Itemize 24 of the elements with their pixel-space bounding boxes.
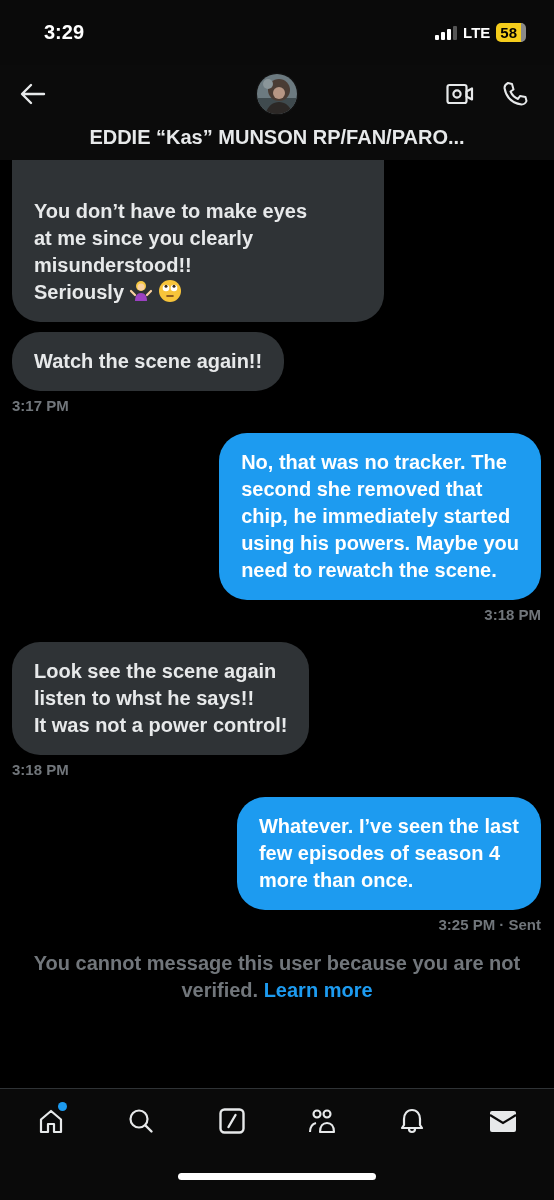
video-call-icon[interactable] <box>446 82 474 106</box>
back-arrow-icon[interactable] <box>20 83 46 105</box>
message-bubble: You don’t have to make eyes at me since you clearly misunderstood!! Seriously <box>12 160 384 322</box>
message-timestamp: 3:18 PM <box>484 606 541 624</box>
compose-icon[interactable] <box>217 1107 246 1135</box>
message-bubble: Whatever. I’ve seen the last few episodes of season 4 more than once. <box>236 797 541 910</box>
message-timestamp: 3:25 PM · Sent <box>438 916 541 934</box>
shrug-person-icon <box>129 279 154 303</box>
eye-roll-face-icon <box>158 279 183 303</box>
message-bubble: Watch the scene again!! <box>12 332 285 391</box>
signal-icon <box>435 25 458 40</box>
message-bubble: Look see the scene again listen to whst he says!! It was not a power control! <box>12 642 310 755</box>
search-icon[interactable] <box>127 1107 156 1135</box>
message-timestamp: 3:17 PM <box>12 397 69 415</box>
network-label: LTE <box>463 24 491 41</box>
phone-call-icon[interactable] <box>502 81 528 107</box>
message-bubble: No, that was no tracker. The second she removed that chip, he immediately started using his powers. Maybe you need to rewatch the scene. <box>219 433 541 600</box>
people-icon[interactable] <box>308 1107 337 1135</box>
battery-indicator: 58 <box>496 23 526 42</box>
message-timestamp: 3:18 PM <box>12 761 69 779</box>
clock-time: 3:29 <box>44 21 85 44</box>
learn-more-link[interactable]: Learn more <box>263 979 373 1001</box>
conversation-title: EDDIE “Kas” MUNSON RP/FAN/PARO... <box>88 126 466 149</box>
verification-notice: You cannot message this user because you are not verified. Learn more <box>32 951 522 1003</box>
